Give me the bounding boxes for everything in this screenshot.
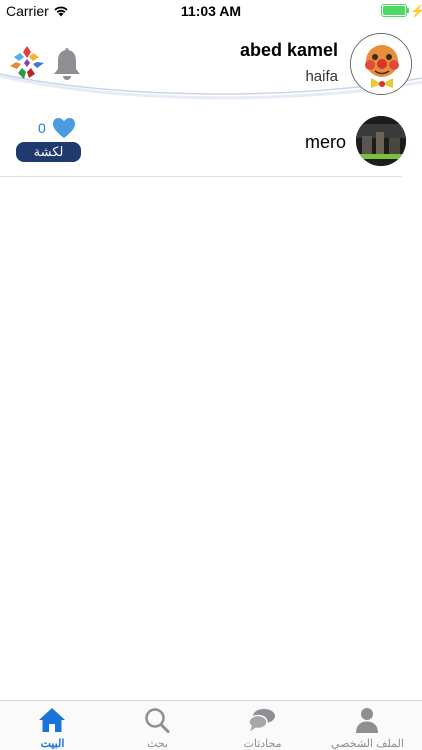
tab-chats[interactable]: محادثات (210, 701, 315, 750)
charging-bolt-icon: ⚡ (410, 4, 422, 18)
person-icon (356, 708, 378, 733)
user-name[interactable]: abed kamel (240, 40, 338, 61)
chat-bubbles-icon (248, 709, 275, 731)
status-time: 11:03 AM (180, 3, 242, 19)
bottom-tab-bar: البيت بحث محادثات الملف الشخصي (0, 700, 422, 750)
tab-home[interactable]: البيت (0, 701, 105, 750)
tab-chats-label: محادثات (243, 738, 282, 750)
post-divider (0, 176, 402, 177)
home-icon (39, 708, 65, 732)
post-author-avatar[interactable] (356, 116, 406, 166)
joke-badge[interactable]: لكشة (16, 142, 81, 162)
heart-icon[interactable] (52, 117, 76, 139)
tab-home-label: البيت (40, 738, 65, 750)
bell-icon[interactable] (52, 44, 82, 82)
like-count: 0 (38, 120, 46, 136)
post-author-name[interactable]: mero (305, 132, 346, 153)
user-city: haifa (305, 68, 338, 85)
user-avatar[interactable] (350, 33, 412, 95)
colorful-diamond-logo-icon[interactable] (8, 44, 46, 82)
search-icon (145, 708, 170, 733)
tab-profile-label: الملف الشخصي (331, 738, 404, 750)
tab-search[interactable]: بحث (105, 701, 210, 750)
cartoon-face-avatar-image (351, 34, 411, 94)
status-bar: Carrier 11:03 AM ⚡ (0, 0, 422, 22)
tab-profile[interactable]: الملف الشخصي (315, 701, 420, 750)
dark-photo-avatar-image (356, 116, 406, 166)
battery-icon (381, 4, 409, 17)
feed-post-row[interactable]: 0 لكشة mero (0, 110, 422, 176)
tab-search-label: بحث (147, 738, 168, 750)
